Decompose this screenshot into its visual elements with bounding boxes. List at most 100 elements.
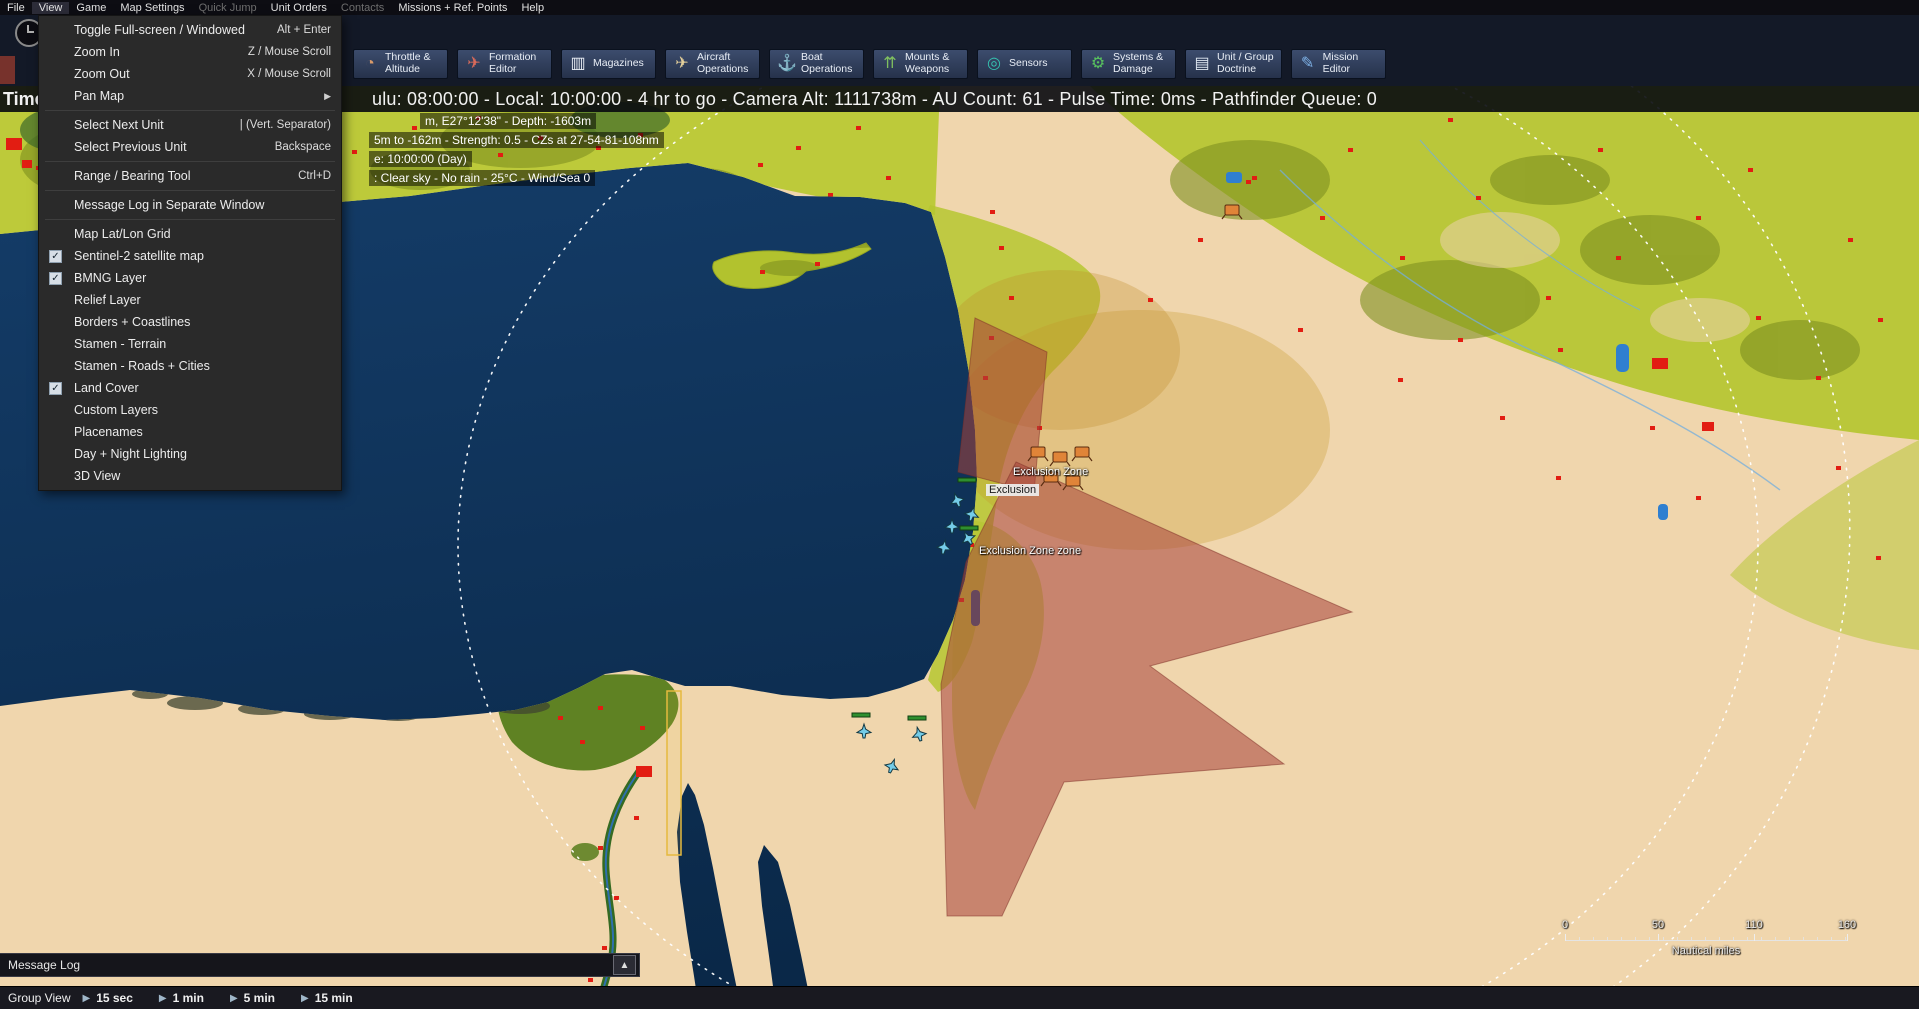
menu-separator [45, 216, 335, 223]
view-menu-item-zoom-out[interactable]: Zoom Out X / Mouse Scroll [39, 63, 341, 85]
mounts-weapons-button[interactable]: ⇈ Mounts & Weapons [873, 49, 968, 79]
group-view-button[interactable]: Group View [0, 991, 82, 1005]
menu-missions-ref-points[interactable]: Missions + Ref. Points [391, 2, 514, 14]
time-step-label: 15 min [314, 991, 353, 1005]
view-menu-item-bmng-layer[interactable]: ✓ BMNG Layer [39, 267, 341, 289]
status-text: ulu: 08:00:00 - Local: 10:00:00 - 4 hr t… [372, 89, 1377, 109]
local-time-info: e: 10:00:00 (Day) [369, 151, 472, 167]
magazines-icon: ▥ [570, 55, 586, 73]
aircraft-operations-button[interactable]: ✈ Aircraft Operations [665, 49, 760, 79]
checkbox-empty [49, 338, 62, 351]
checkbox-empty [49, 199, 62, 212]
menu-contacts[interactable]: Contacts [334, 2, 391, 14]
unit-group-doctrine-button[interactable]: ▤ Unit / Group Doctrine [1185, 49, 1282, 79]
menu-item-label: Placenames [74, 425, 143, 439]
menu-item-label: Pan Map [74, 89, 125, 103]
view-menu-item-toggle-full-screen-windowed[interactable]: Toggle Full-screen / Windowed Alt + Enter [39, 19, 341, 41]
toolbar-button-label: Aircraft Operations [697, 51, 749, 75]
checkbox-empty [49, 470, 62, 483]
menu-separator [45, 187, 335, 194]
formation-editor-button[interactable]: ✈ Formation Editor [457, 49, 552, 79]
main-toolbar: ◔ Throttle & Altitude ✈ Formation Editor ▥ Maga… [353, 49, 1386, 79]
view-menu-item-custom-layers[interactable]: Custom Layers [39, 399, 341, 421]
time-step-15-sec[interactable]: ▶ 15 sec [82, 991, 132, 1005]
expand-message-log-button[interactable]: ▲ [613, 955, 636, 975]
time-step-15-min[interactable]: ▶ 15 min [301, 991, 353, 1005]
menu-view[interactable]: View [31, 1, 70, 14]
view-menu-item-placenames[interactable]: Placenames [39, 421, 341, 443]
menu-item-label: Select Next Unit [74, 118, 164, 132]
scale-line [1565, 934, 1848, 941]
mission-editor-button[interactable]: ✎ Mission Editor [1290, 49, 1386, 79]
view-menu-item-stamen-terrain[interactable]: Stamen - Terrain [39, 333, 341, 355]
checkbox-empty [49, 426, 62, 439]
time-step-1-min[interactable]: ▶ 1 min [159, 991, 204, 1005]
view-menu-item-sentinel-2-satellite-map[interactable]: ✓ Sentinel-2 satellite map [39, 245, 341, 267]
scale-tick-label: 160 [1837, 919, 1857, 931]
menu-item-label: Borders + Coastlines [74, 315, 191, 329]
view-menu-item-relief-layer[interactable]: Relief Layer [39, 289, 341, 311]
checkbox-empty [49, 294, 62, 307]
view-menu-item-borders-coastlines[interactable]: Borders + Coastlines [39, 311, 341, 333]
time-step-5-min[interactable]: ▶ 5 min [230, 991, 275, 1005]
menu-item-label: 3D View [74, 469, 121, 483]
menu-item-label: Zoom In [74, 45, 120, 59]
view-menu-item-select-previous-unit[interactable]: Select Previous Unit Backspace [39, 136, 341, 158]
play-icon: ▶ [158, 992, 167, 1004]
menu-game[interactable]: Game [69, 2, 113, 14]
menu-item-label: Land Cover [74, 381, 139, 395]
systems-damage-button[interactable]: ⚙ Systems & Damage [1081, 49, 1176, 79]
checkbox-empty [49, 46, 62, 59]
throttle-altitude-icon: ◔ [365, 55, 375, 73]
menu-unit-orders[interactable]: Unit Orders [264, 2, 334, 14]
exclusion-zone-label: Exclusion Zone [1013, 466, 1089, 478]
menu-item-label: Custom Layers [74, 403, 159, 417]
view-menu-item-message-log-in-separate-window[interactable]: Message Log in Separate Window [39, 194, 341, 216]
shortcut-label: Alt + Enter [276, 24, 331, 36]
toolbar-button-label: Boat Operations [801, 51, 853, 75]
exclusion-zone-label: Exclusion [986, 484, 1040, 496]
toolbar-button-label: Unit / Group Doctrine [1217, 51, 1274, 75]
magazines-button[interactable]: ▥ Magazines [561, 49, 656, 79]
checkbox-empty [49, 448, 62, 461]
toolbar-button-label: Magazines [593, 57, 644, 70]
view-menu-item-pan-map[interactable]: Pan Map ▶ [39, 85, 341, 107]
time-step-label: 5 min [243, 991, 275, 1005]
time-step-label: 15 sec [96, 991, 133, 1005]
sensors-button[interactable]: ◎ Sensors [977, 49, 1072, 79]
menu-item-label: Range / Bearing Tool [74, 169, 191, 183]
checkbox-checked-icon: ✓ [49, 381, 62, 395]
view-menu-item-day-night-lighting[interactable]: Day + Night Lighting [39, 443, 341, 465]
scale-tick-label: 110 [1745, 919, 1763, 931]
view-menu-item-land-cover[interactable]: ✓ Land Cover [39, 377, 341, 399]
message-log-bar[interactable]: Message Log ▲ [0, 953, 640, 977]
checkbox-empty [49, 119, 62, 132]
menu-file[interactable]: File [0, 2, 32, 14]
view-menu-item-zoom-in[interactable]: Zoom In Z / Mouse Scroll [39, 41, 341, 63]
checkbox-empty [49, 24, 62, 37]
toolbar-button-label: Sensors [1009, 57, 1048, 70]
time-step-buttons: ▶ 15 sec ▶ 1 min ▶ 5 min ▶ 15 min [82, 991, 378, 1005]
unit-group-doctrine-icon: ▤ [1194, 55, 1210, 73]
toolbar-button-label: Systems & Damage [1113, 51, 1164, 75]
menu-quick-jump[interactable]: Quick Jump [192, 2, 264, 14]
cursor-position-info: m, E27°12'38" - Depth: -1603m [420, 113, 597, 129]
checkbox-empty [49, 228, 62, 241]
message-log-title: Message Log [8, 958, 81, 972]
menu-item-label: Zoom Out [74, 67, 130, 81]
view-menu-item-select-next-unit[interactable]: Select Next Unit | (Vert. Separator) [39, 114, 341, 136]
menu-map-settings[interactable]: Map Settings [113, 2, 191, 14]
menu-help[interactable]: Help [514, 2, 551, 14]
toolbar-button-label: Throttle & Altitude [385, 51, 431, 75]
boat-operations-button[interactable]: ⚓ Boat Operations [769, 49, 864, 79]
view-menu-item-map-lat-lon-grid[interactable]: Map Lat/Lon Grid [39, 223, 341, 245]
view-menu-item-3d-view[interactable]: 3D View [39, 465, 341, 487]
throttle-altitude-button[interactable]: ◔ Throttle & Altitude [353, 49, 448, 79]
view-menu-item-range-bearing-tool[interactable]: Range / Bearing Tool Ctrl+D [39, 165, 341, 187]
menu-item-label: Select Previous Unit [74, 140, 187, 154]
checkbox-empty [49, 141, 62, 154]
view-menu-item-stamen-roads-cities[interactable]: Stamen - Roads + Cities [39, 355, 341, 377]
play-icon: ▶ [300, 992, 309, 1004]
menu-item-label: BMNG Layer [74, 271, 147, 285]
menu-item-label: Map Lat/Lon Grid [74, 227, 171, 241]
